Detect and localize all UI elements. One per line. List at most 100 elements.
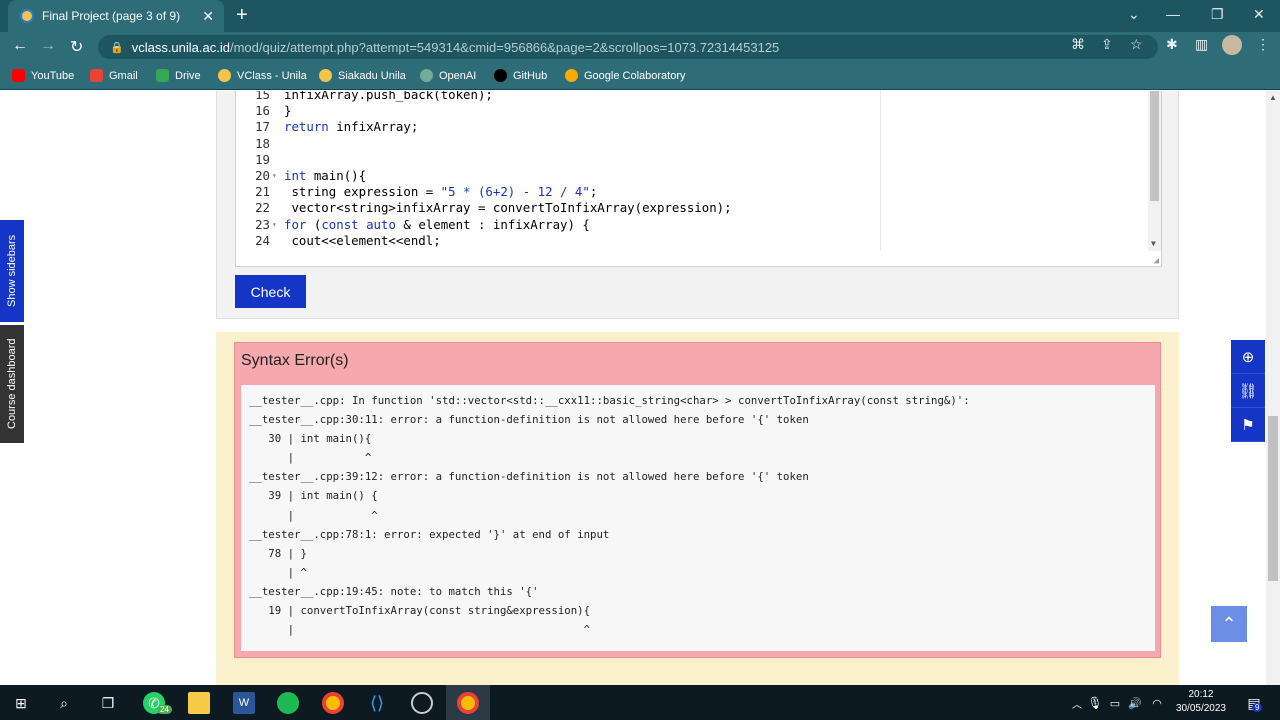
clock-date: 30/05/2023 — [1175, 703, 1226, 714]
page-scroll-up-icon[interactable]: ▲ — [1269, 93, 1277, 102]
github-icon — [494, 69, 507, 82]
editor-scroll-thumb[interactable] — [1150, 91, 1159, 201]
error-line: 78 | } — [249, 546, 307, 560]
task-view-icon[interactable]: ❐ — [97, 692, 119, 714]
chevron-up-icon: ⌃ — [1221, 613, 1237, 634]
bookmarks-bar: YouTube Gmail Drive VClass - Unila Siaka… — [0, 62, 1280, 90]
clock-time: 20:12 — [1188, 689, 1214, 700]
flag-icon[interactable]: ⚑ — [1231, 408, 1265, 442]
page-scrollbar[interactable]: ▲ — [1266, 91, 1280, 685]
error-line: | ^ — [249, 623, 591, 637]
colab-icon — [565, 69, 578, 82]
lock-icon: 🔒 — [110, 41, 124, 54]
bookmark-drive[interactable]: Drive — [156, 69, 201, 82]
extensions-icon[interactable]: ✱ — [1166, 36, 1178, 53]
error-line: __tester__.cpp:19:45: note: to match thi… — [249, 584, 539, 598]
scroll-down-arrow-icon[interactable]: ▼ — [1151, 239, 1156, 248]
bookmark-colab[interactable]: Google Colaboratory — [565, 69, 686, 82]
bookmark-vclass[interactable]: VClass - Unila — [218, 69, 307, 82]
editor-scrollbar[interactable]: ▼ — [1148, 91, 1161, 251]
battery-icon[interactable]: ▭ — [1104, 692, 1126, 714]
error-line: | ^ — [249, 508, 378, 522]
bookmark-youtube[interactable]: YouTube — [12, 69, 74, 82]
code-text: int main(){ — [284, 168, 367, 183]
error-line: __tester__.cpp:39:12: error: a function-… — [249, 470, 809, 484]
back-to-top-button[interactable]: ⌃ — [1211, 606, 1247, 642]
close-window-icon[interactable]: ✕ — [1253, 6, 1265, 23]
show-sidebars-tab[interactable]: Show sidebars — [0, 220, 24, 322]
error-title: Syntax Error(s) — [241, 352, 349, 369]
fold-arrow-icon[interactable]: ▾ — [272, 171, 277, 180]
fold-arrow-icon[interactable]: ▾ — [272, 220, 277, 229]
error-line: 30 | int main(){ — [249, 432, 372, 446]
floating-actions: ⊕ ⛓ ⚑ — [1231, 340, 1265, 442]
bookmark-github[interactable]: GitHub — [494, 69, 547, 82]
vscode-icon[interactable]: ⟨⟩ — [366, 692, 388, 714]
code-text: infixArray.push_back(token); — [284, 91, 493, 102]
forward-icon[interactable]: → — [40, 37, 56, 55]
code-text: for (const auto & element : infixArray) … — [284, 216, 590, 232]
new-tab-icon[interactable]: + — [236, 4, 248, 27]
link-icon[interactable]: ⛓ — [1231, 374, 1265, 408]
reload-icon[interactable]: ↻ — [70, 37, 83, 57]
line-number: 21 — [255, 184, 270, 200]
syntax-error-box: Syntax Error(s) __tester__.cpp: In funct… — [234, 342, 1161, 658]
url-path: /mod/quiz/attempt.php?attempt=549314&cmi… — [229, 39, 780, 55]
error-line: __tester__.cpp:30:11: error: a function-… — [249, 413, 809, 427]
menu-dots-icon[interactable]: ⋮ — [1256, 36, 1270, 53]
windows-taskbar: ⊞ ⌕ ❐ ✆ 24 W ⟨⟩ ︿ 🎙 ▭ 🔊 ◠ 20:12 30/05/20… — [0, 685, 1280, 720]
chrome-active-icon[interactable] — [457, 692, 479, 714]
close-tab-icon[interactable]: ✕ — [202, 8, 214, 25]
course-dashboard-tab[interactable]: Course dashboard — [0, 325, 24, 443]
vclass-icon — [218, 69, 231, 82]
code-text: return infixArray; — [284, 119, 419, 135]
search-icon[interactable]: ⌕ — [53, 692, 75, 714]
line-number: 19 — [255, 151, 270, 167]
error-line: | ^ — [249, 565, 307, 579]
code-editor[interactable]: 15 infixArray.push_back(token); 16} 17 retur… — [235, 91, 1162, 267]
back-icon[interactable]: ← — [12, 37, 28, 55]
word-icon[interactable]: W — [233, 692, 255, 714]
line-number: 15 — [255, 91, 270, 102]
check-button[interactable]: Check — [235, 275, 306, 308]
volume-icon[interactable]: 🔊 — [1124, 692, 1146, 714]
line-number: 23 — [255, 216, 270, 232]
url-host: vclass.unila.ac.id — [131, 39, 230, 55]
page-scroll-thumb[interactable] — [1268, 416, 1278, 581]
question-card: 15 infixArray.push_back(token); 16} 17 retur… — [216, 91, 1179, 319]
browser-titlebar: Final Project (page 3 of 9) ✕ + ⌄ — ❐ ✕ — [0, 0, 1280, 32]
minimize-icon[interactable]: — — [1166, 6, 1180, 22]
snipping-tool-icon[interactable] — [411, 692, 433, 714]
page-content: Show sidebars Course dashboard 15 infixAr… — [0, 91, 1280, 685]
bookmark-siakadu[interactable]: Siakadu Unila — [319, 69, 406, 82]
code-text: string expression = "5 * (6+2) - 12 / 4"… — [284, 184, 598, 200]
line-number: 22 — [255, 200, 270, 216]
line-number: 24 — [255, 232, 270, 248]
lifebuoy-icon[interactable]: ⊕ — [1231, 340, 1265, 374]
windows-start-icon[interactable]: ⊞ — [10, 692, 32, 714]
line-number: 16 — [255, 103, 270, 119]
browser-tab[interactable]: Final Project (page 3 of 9) ✕ — [8, 0, 224, 32]
system-clock[interactable]: 20:12 30/05/2023 — [1176, 688, 1226, 716]
tab-search-icon[interactable]: ⌄ — [1128, 6, 1140, 23]
bookmark-openai[interactable]: OpenAI — [420, 69, 476, 82]
restore-icon[interactable]: ❐ — [1211, 6, 1224, 23]
chrome-icon[interactable] — [322, 692, 344, 714]
address-bar[interactable]: 🔒 vclass.unila.ac.id/mod/quiz/attempt.ph… — [98, 35, 1158, 59]
wifi-icon[interactable]: ◠ — [1146, 692, 1168, 714]
profile-avatar[interactable] — [1222, 35, 1242, 55]
resize-handle-icon[interactable]: ◢ — [1154, 256, 1159, 266]
file-explorer-icon[interactable] — [188, 692, 210, 714]
spotify-icon[interactable] — [277, 692, 299, 714]
bookmark-gmail[interactable]: Gmail — [90, 69, 138, 82]
line-number: 20 — [255, 168, 270, 183]
code-text: vector<string>infixArray = convertToInfi… — [284, 200, 732, 216]
bookmark-star-icon[interactable]: ☆ — [1130, 36, 1143, 53]
share-icon[interactable]: ⇪ — [1101, 36, 1113, 53]
code-text: } — [284, 103, 292, 119]
translate-icon[interactable]: ⌘ — [1071, 36, 1085, 53]
feedback-panel: Syntax Error(s) __tester__.cpp: In funct… — [216, 332, 1179, 685]
line-number: 18 — [255, 135, 270, 151]
microphone-icon[interactable]: 🎙 — [1084, 692, 1106, 714]
side-panel-icon[interactable]: ▥ — [1195, 36, 1208, 53]
